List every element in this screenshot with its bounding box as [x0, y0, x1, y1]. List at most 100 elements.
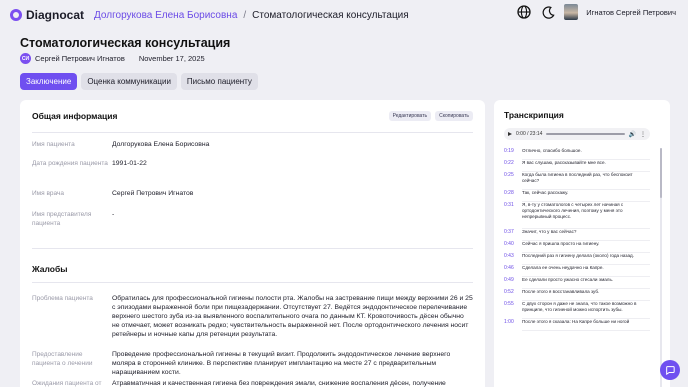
row-value: -: [112, 211, 115, 218]
user-avatar[interactable]: [564, 4, 579, 20]
row-label: Проблема пациента: [32, 295, 93, 302]
transcript-text: Так, сейчас расскажу.: [522, 190, 650, 202]
tab-conclusion[interactable]: Заключение: [20, 73, 78, 90]
transcript-text: Значит, что у вас сейчас?: [522, 229, 650, 241]
transcript-item[interactable]: 0:46 Сделала ее очень неудачно на Капре.: [504, 265, 650, 277]
row-label: Предоставление пациента о лечении: [32, 351, 93, 367]
complaint-row-expectations: Ожидания пациента от Атравматичная и кач…: [32, 379, 473, 387]
transcript-item[interactable]: 0:49 Ее сделали просто ужасно стесали эма…: [504, 277, 650, 289]
transcript-item[interactable]: 0:25 Когда была гигиена в последний раз, …: [504, 172, 650, 190]
breadcrumb-current: Стоматологическая консультация: [252, 9, 409, 21]
author-name: Сергей Петрович Игнатов: [35, 54, 125, 63]
row-label: Имя врача: [32, 190, 65, 197]
transcript-item[interactable]: 0:19 Отлично, спасибо большое.: [504, 148, 650, 160]
volume-icon[interactable]: 🔊: [629, 131, 636, 138]
transcript-text: Я вас слушаю, рассказывайте мне все.: [522, 160, 650, 172]
transcript-timestamp[interactable]: 0:28: [504, 190, 522, 202]
user-name[interactable]: Игнатов Сергей Петрович: [586, 8, 676, 17]
transcript-list: 0:19 Отлично, спасибо большое. 0:22 Я вас с…: [504, 148, 650, 331]
transcript-item[interactable]: 0:31 Я, в-ту у стоматологов с четырех лет…: [504, 202, 650, 229]
info-row-representative: Имя представителя пациента -: [32, 210, 473, 228]
chat-icon: [666, 366, 675, 375]
transcript-item[interactable]: 0:43 Последний раз я гигиену делала (окол…: [504, 253, 650, 265]
moon-icon[interactable]: [540, 4, 556, 20]
row-label: Имя представителя пациента: [32, 211, 92, 227]
transcript-item[interactable]: 0:37 Значит, что у вас сейчас?: [504, 229, 650, 241]
audio-player[interactable]: 0:00 / 23:14 🔊 ⋮: [504, 128, 650, 140]
transcript-text: Ее сделали просто ужасно стесали эмаль.: [522, 277, 650, 289]
breadcrumb-separator: /: [243, 9, 247, 21]
page-title: Стоматологическая консультация: [20, 36, 231, 50]
row-label: Имя пациента: [32, 141, 75, 148]
transcript-card: Транскрипция 0:00 / 23:14 🔊 ⋮ 0:19 Отличн…: [494, 100, 670, 387]
row-value: Долгорукова Елена Борисовна: [112, 141, 210, 148]
transcript-item[interactable]: 0:28 Так, сейчас расскажу.: [504, 190, 650, 202]
transcript-timestamp[interactable]: 1:00: [504, 319, 522, 331]
complaints-header: Жалобы: [20, 264, 485, 274]
transcript-timestamp[interactable]: 0:55: [504, 301, 522, 319]
transcript-timestamp[interactable]: 0:31: [504, 202, 522, 229]
divider: [32, 282, 473, 283]
general-info-title: Общая информация: [32, 111, 118, 121]
row-value: Проведение профессиональной гигиены в те…: [112, 351, 451, 376]
transcript-text: Сделала ее очень неудачно на Капре.: [522, 265, 650, 277]
breadcrumb-patient-link[interactable]: Долгорукова Елена Борисовна: [94, 10, 237, 21]
consultation-meta: СИ Сергей Петрович Игнатов November 17, …: [20, 53, 205, 64]
chat-button[interactable]: [660, 360, 680, 380]
app-logo[interactable]: Diagnocat: [10, 8, 84, 22]
transcript-item[interactable]: 1:00 После этого я сказала: На Капре боль…: [504, 319, 650, 331]
transcript-timestamp[interactable]: 0:22: [504, 160, 522, 172]
transcript-timestamp[interactable]: 0:52: [504, 289, 522, 301]
transcript-timestamp[interactable]: 0:46: [504, 265, 522, 277]
general-info-header: Общая информация Редактировать Скопирова…: [20, 100, 485, 132]
divider: [32, 248, 473, 249]
transcript-timestamp[interactable]: 0:43: [504, 253, 522, 265]
transcript-text: Когда была гигиена в последний раз, что …: [522, 172, 650, 190]
copy-button[interactable]: Скопировать: [435, 111, 473, 121]
breadcrumb: Долгорукова Елена Борисовна / Стоматолог…: [94, 10, 409, 21]
transcript-item[interactable]: 0:52 После этого я восстанавливала зуб.: [504, 289, 650, 301]
transcript-item[interactable]: 0:40 Сейчас я пришла просто на гигиену.: [504, 241, 650, 253]
transcript-timestamp[interactable]: 0:19: [504, 148, 522, 160]
row-label: Ожидания пациента от: [32, 380, 102, 387]
transcript-text: Я, в-ту у стоматологов с четырех лет нач…: [522, 202, 650, 229]
tab-patient-letter[interactable]: Письмо пациенту: [180, 73, 258, 90]
transcript-item[interactable]: 0:22 Я вас слушаю, рассказывайте мне все.: [504, 160, 650, 172]
transcript-text: Отлично, спасибо большое.: [522, 148, 650, 160]
transcript-item[interactable]: 0:55 С двух сторон я даже не знала, что т…: [504, 301, 650, 319]
logo-text: Diagnocat: [26, 8, 85, 22]
complaint-row-patient-view: Предоставление пациента о лечении Провед…: [32, 350, 473, 377]
complaint-row-problem: Проблема пациента Обратилась для професс…: [32, 294, 473, 339]
transcript-timestamp[interactable]: 0:25: [504, 172, 522, 190]
row-value: Обратилась для профессиональной гигиены …: [112, 295, 473, 338]
conclusion-card: Общая информация Редактировать Скопирова…: [20, 100, 485, 387]
top-right-controls: Игнатов Сергей Петрович: [516, 4, 676, 20]
transcript-title: Транскрипция: [504, 110, 564, 120]
complaints-title: Жалобы: [32, 264, 68, 274]
tab-bar: Заключение Оценка коммуникации Письмо па…: [20, 73, 258, 90]
row-value: 1991-01-22: [112, 160, 147, 167]
consultation-date: November 17, 2025: [138, 54, 205, 63]
globe-icon[interactable]: [516, 4, 532, 20]
transcript-text: С двух сторон я даже не знала, что такое…: [522, 301, 650, 319]
scrollbar-thumb[interactable]: [660, 148, 662, 198]
more-options-icon[interactable]: ⋮: [640, 131, 646, 138]
transcript-timestamp[interactable]: 0:37: [504, 229, 522, 241]
transcript-timestamp[interactable]: 0:40: [504, 241, 522, 253]
info-row-patient-name: Имя пациента Долгорукова Елена Борисовна: [32, 140, 473, 149]
player-time: 0:00 / 23:14: [516, 131, 543, 137]
transcript-text: Сейчас я пришла просто на гигиену.: [522, 241, 650, 253]
player-progress[interactable]: [546, 133, 625, 135]
row-value: Сергей Петрович Игнатов: [112, 190, 194, 197]
author-avatar: СИ: [20, 53, 31, 64]
edit-button[interactable]: Редактировать: [388, 111, 432, 121]
divider: [32, 132, 473, 133]
logo-icon: [10, 9, 22, 21]
play-icon[interactable]: [508, 132, 512, 136]
transcript-timestamp[interactable]: 0:49: [504, 277, 522, 289]
tab-communication-assessment[interactable]: Оценка коммуникации: [81, 73, 177, 90]
info-row-birth-date: Дата рождения пациента 1991-01-22: [32, 159, 473, 168]
transcript-text: После этого я восстанавливала зуб.: [522, 289, 650, 301]
row-value: Атравматичная и качественная гигиена без…: [112, 380, 446, 387]
transcript-text: Последний раз я гигиену делала (около) г…: [522, 253, 650, 265]
